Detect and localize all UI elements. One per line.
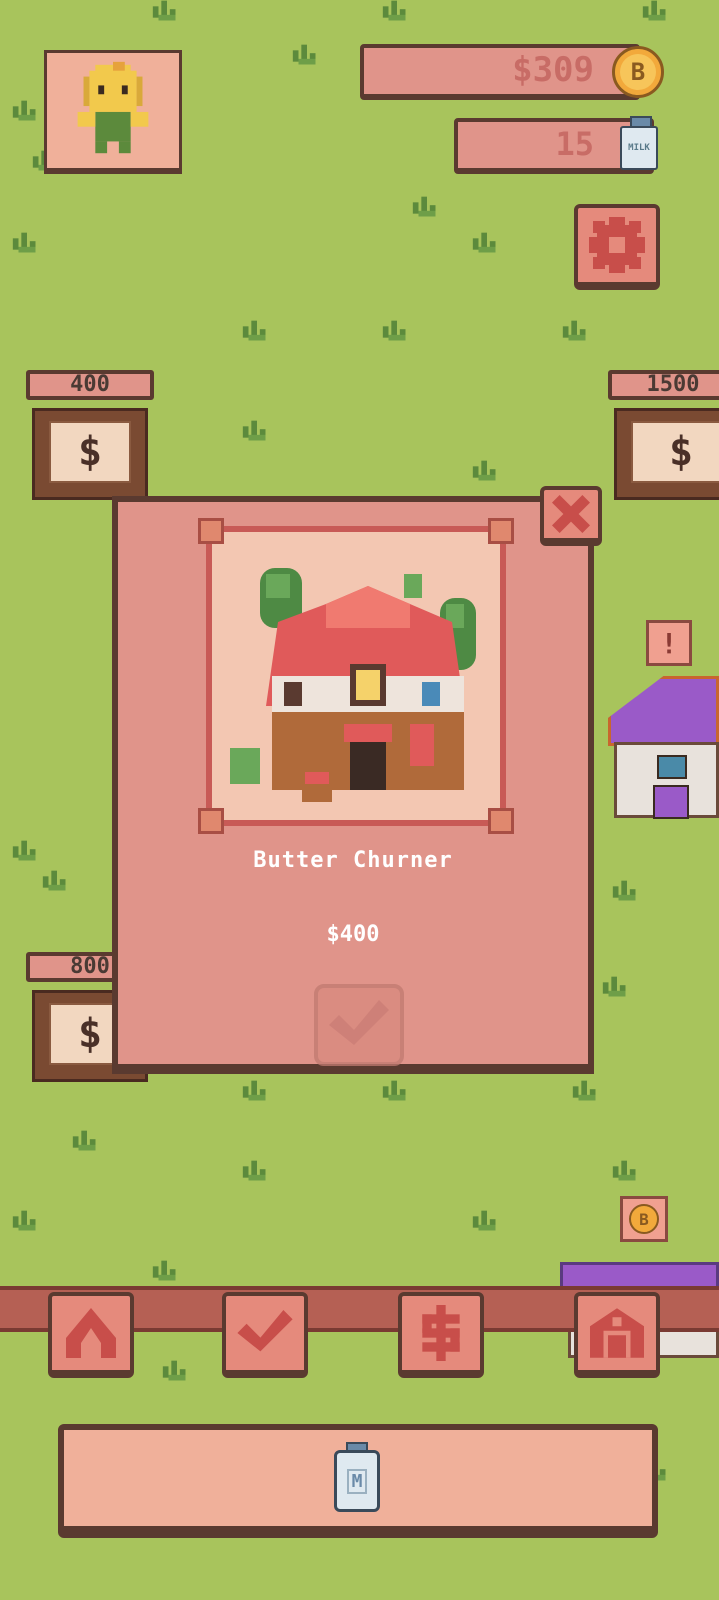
grass-tuft-icon	[612, 880, 636, 901]
grass-tuft-icon	[382, 0, 406, 21]
grass-tuft-icon	[382, 320, 406, 341]
milk-bottle-label: MILK	[628, 143, 650, 153]
grass-tuft-icon	[12, 1210, 36, 1231]
grass-tuft-icon	[612, 1160, 636, 1181]
arrow-up-icon	[66, 1308, 116, 1358]
gear-icon	[589, 217, 645, 273]
close-modal-button[interactable]	[540, 486, 602, 546]
dollar-icon	[422, 1305, 460, 1361]
grass-tuft-icon	[562, 320, 586, 341]
grass-tuft-icon	[472, 232, 496, 253]
plot-price-tag: 1500	[608, 370, 719, 400]
close-icon	[552, 495, 590, 533]
milk-amount: 15	[555, 125, 594, 163]
plot-price: 400	[70, 372, 110, 397]
grass-tuft-icon	[242, 420, 266, 441]
coin-bubble-icon[interactable]: B	[620, 1196, 668, 1242]
shop-button[interactable]	[398, 1292, 484, 1378]
milk-bottle-icon: MILK	[618, 116, 660, 170]
grass-tuft-icon	[12, 840, 36, 861]
jug-letter: M	[346, 1468, 368, 1494]
coin-letter: B	[629, 1204, 659, 1234]
grass-tuft-icon	[472, 1210, 496, 1231]
settings-button[interactable]	[574, 204, 660, 290]
tasks-button[interactable]	[222, 1292, 308, 1378]
milk-jug-icon[interactable]: M	[334, 1442, 380, 1512]
player-avatar-button[interactable]	[44, 50, 182, 174]
inventory-panel: M	[58, 1424, 658, 1538]
grass-tuft-icon	[42, 870, 66, 891]
grass-tuft-icon	[292, 44, 316, 65]
purchase-modal: Butter Churner $400	[112, 496, 594, 1074]
grass-tuft-icon	[602, 976, 626, 997]
checkmark-icon	[237, 1310, 293, 1352]
grass-tuft-icon	[12, 232, 36, 253]
buy-plot-sign[interactable]: $	[32, 408, 148, 500]
coin-letter: B	[620, 54, 656, 90]
grass-tuft-icon	[242, 1160, 266, 1181]
alert-symbol: !	[660, 626, 678, 660]
grass-tuft-icon	[72, 1130, 96, 1151]
barn-icon	[590, 1308, 644, 1358]
farmer-portrait-icon	[77, 61, 149, 154]
item-preview-frame	[198, 518, 514, 834]
grass-tuft-icon	[162, 1360, 186, 1381]
checkmark-icon	[329, 1000, 389, 1045]
money-display: $309	[360, 44, 640, 100]
grass-tuft-icon	[152, 0, 176, 21]
plot-price: 1500	[646, 372, 700, 397]
grass-tuft-icon	[152, 1260, 176, 1281]
dollar-icon: $	[77, 429, 103, 475]
grass-tuft-icon	[642, 0, 666, 21]
barn-building[interactable]	[608, 676, 719, 819]
grass-tuft-icon	[382, 1080, 406, 1101]
barn-button[interactable]	[574, 1292, 660, 1378]
plot-price: 800	[70, 954, 110, 979]
grass-tuft-icon	[12, 100, 36, 121]
butter-churner-building-icon	[230, 568, 476, 802]
dollar-icon: $	[77, 1011, 103, 1057]
item-name: Butter Churner	[253, 848, 453, 873]
upgrade-button[interactable]	[48, 1292, 134, 1378]
grass-tuft-icon	[412, 196, 436, 217]
money-amount: $309	[512, 50, 594, 90]
grass-tuft-icon	[472, 460, 496, 481]
grass-tuft-icon	[572, 1080, 596, 1101]
plot-price-tag: 400	[26, 370, 154, 400]
dollar-icon: $	[668, 429, 694, 475]
coin-icon: B	[612, 46, 664, 98]
item-price: $400	[326, 922, 380, 947]
buy-plot-sign[interactable]: $	[614, 408, 719, 500]
grass-tuft-icon	[242, 1080, 266, 1101]
alert-bubble-icon[interactable]: !	[646, 620, 692, 666]
confirm-purchase-button[interactable]	[314, 984, 404, 1066]
grass-tuft-icon	[242, 320, 266, 341]
